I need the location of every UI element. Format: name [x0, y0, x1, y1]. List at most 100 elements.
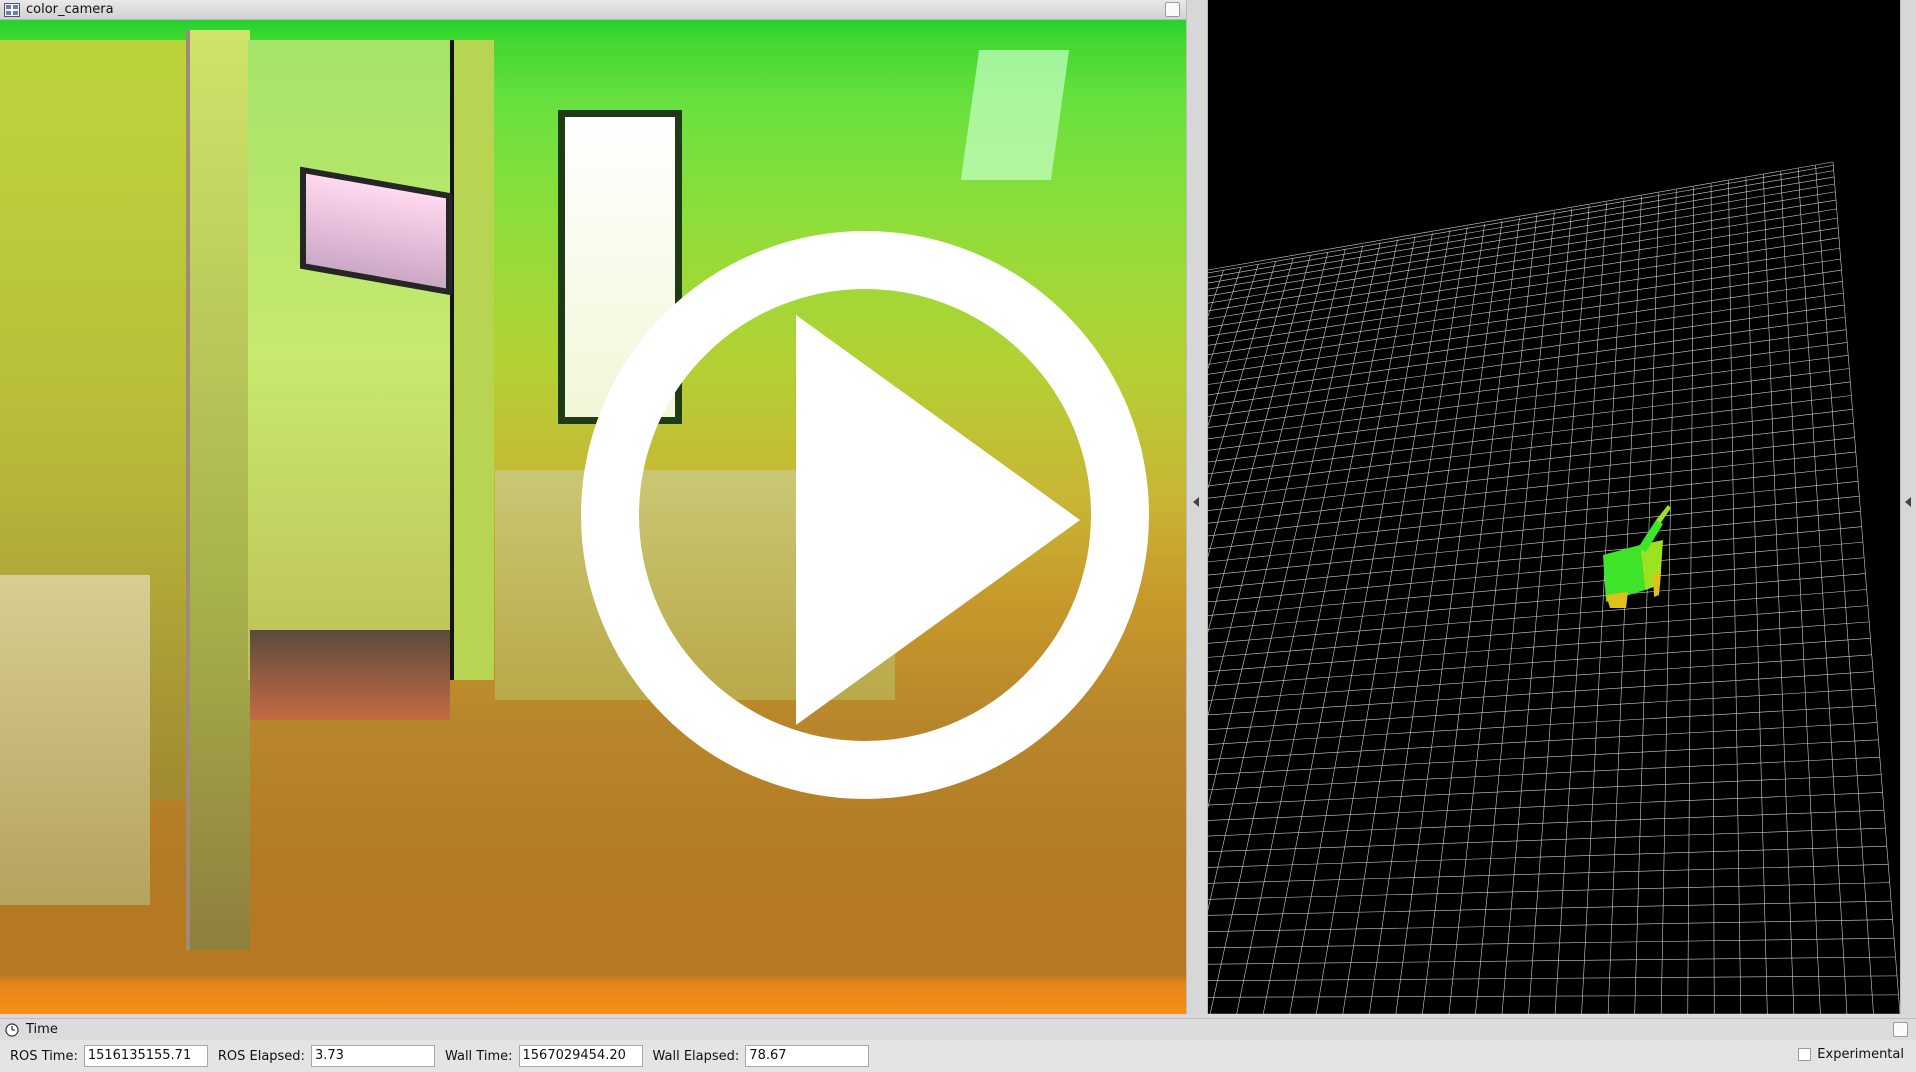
grid-line: [1208, 248, 1346, 809]
wall-elapsed-label: Wall Elapsed:: [652, 1048, 740, 1064]
experimental-label: Experimental: [1817, 1047, 1904, 1062]
grid-line: [1208, 191, 1836, 297]
float-window-button[interactable]: [1165, 2, 1180, 17]
grid-line: [1208, 637, 1871, 687]
grid-line: [1208, 170, 1834, 278]
ros-elapsed-field[interactable]: 3.73: [310, 1045, 435, 1067]
grid-line: [1208, 722, 1878, 760]
grid-line: [1554, 202, 1607, 1014]
grid-line: [1208, 511, 1861, 576]
grid-line: [1208, 451, 1856, 524]
grid-line: [1208, 495, 1860, 563]
grid-line: [1208, 739, 1879, 775]
grid-line: [1710, 183, 1715, 1014]
ros-time-label: ROS Time:: [10, 1048, 78, 1064]
3d-viewport[interactable]: [1208, 0, 1900, 1014]
camera-scene-frame: [450, 40, 494, 680]
grid-line: [1208, 217, 1838, 320]
grid-line: [1208, 994, 1899, 998]
grid-line: [1208, 267, 1242, 370]
collapse-right-icon[interactable]: [1905, 497, 1911, 507]
camera-panel-titlebar[interactable]: color_camera: [0, 0, 1186, 20]
grid-line: [1208, 237, 1840, 337]
grid-line: [1208, 705, 1876, 745]
grid-line: [1209, 242, 1381, 1014]
experimental-toggle[interactable]: Experimental: [1798, 1047, 1904, 1062]
grid-line: [1208, 329, 1847, 417]
panel-splitter[interactable]: [1186, 0, 1208, 1014]
grid-line: [1208, 264, 1259, 427]
play-icon[interactable]: [580, 230, 1150, 800]
grid-line: [1763, 174, 1795, 1014]
wall-time-label: Wall Time:: [444, 1048, 513, 1064]
grid-line: [1634, 192, 1660, 1014]
grid-line: [1780, 171, 1821, 1014]
grid-line: [1208, 975, 1898, 982]
grid-line: [1208, 956, 1896, 965]
grid-line: [1208, 573, 1866, 630]
grid-line: [1395, 220, 1503, 1014]
grid-line: [1208, 864, 1889, 884]
grid-line: [1208, 792, 1883, 821]
point-cloud-segment: [1653, 572, 1661, 597]
camera-scene-floor: [250, 630, 450, 720]
grid-line: [1208, 589, 1867, 644]
grid-line: [1208, 165, 1834, 274]
camera-scene-door-frame: [190, 30, 250, 950]
grid-line: [1208, 919, 1893, 932]
ground-grid: [1208, 161, 1900, 1014]
grid-line: [1208, 557, 1865, 616]
time-panel: ROS Time: 1516135155.71 ROS Elapsed: 3.7…: [0, 1040, 1916, 1072]
grid-line: [1728, 180, 1742, 1014]
wall-time-field[interactable]: 1567029454.20: [518, 1045, 643, 1067]
grid-line: [1832, 161, 1900, 1014]
grid-line: [1208, 688, 1875, 730]
camera-panel: color_camera: [0, 0, 1186, 1014]
grid-line: [1448, 214, 1538, 1014]
grid-line: [1208, 176, 1835, 284]
camera-panel-title: color_camera: [26, 2, 114, 17]
grid-line: [1660, 189, 1677, 1014]
grid-line: [1236, 239, 1398, 1014]
grid-line: [1208, 254, 1311, 633]
grid-line: [1315, 230, 1451, 1014]
image-view-icon: [4, 2, 20, 17]
grid-line: [1745, 177, 1768, 1014]
grid-line: [1208, 251, 1329, 717]
grid-line: [1208, 183, 1835, 290]
camera-scene-cabinet: [0, 575, 150, 905]
grid-line: [1208, 900, 1892, 916]
grid-line: [1208, 827, 1886, 852]
grid-line: [1208, 261, 1276, 489]
grid-line: [1208, 756, 1880, 791]
grid-line: [1208, 605, 1868, 658]
grid-line: [1208, 208, 1837, 312]
grid-line: [1422, 217, 1520, 1014]
grid-line: [1208, 227, 1839, 328]
ros-time-field[interactable]: 1516135155.71: [83, 1045, 208, 1067]
time-panel-title: Time: [26, 1022, 58, 1037]
grid-line: [1208, 541, 1863, 603]
grid-line: [1208, 845, 1887, 868]
point-cloud: [1603, 505, 1671, 608]
rviz-window: color_camera Time ROS Time: 1516135155.7…: [0, 0, 1916, 1072]
grid-line: [1687, 186, 1694, 1014]
grid-line: [1208, 882, 1890, 900]
camera-scene-doorway: [248, 40, 458, 680]
grid-line: [1797, 168, 1848, 1014]
float-window-button[interactable]: [1893, 1022, 1908, 1037]
grid-line: [1208, 621, 1870, 672]
grid-line: [1528, 205, 1590, 1014]
wall-elapsed-field[interactable]: 78.67: [745, 1045, 870, 1067]
ros-elapsed-label: ROS Elapsed:: [217, 1048, 305, 1064]
time-panel-header: Time: [0, 1018, 1916, 1040]
grid-line: [1208, 809, 1884, 837]
right-dock-edge[interactable]: [1900, 0, 1916, 1014]
camera-scene-light: [960, 50, 1070, 180]
experimental-checkbox[interactable]: [1798, 1048, 1812, 1061]
clock-icon: [4, 1022, 20, 1038]
collapse-left-icon[interactable]: [1193, 497, 1199, 507]
grid-line: [1501, 208, 1573, 1014]
point-cloud-segment: [1656, 505, 1671, 524]
grid-line: [1208, 258, 1294, 558]
